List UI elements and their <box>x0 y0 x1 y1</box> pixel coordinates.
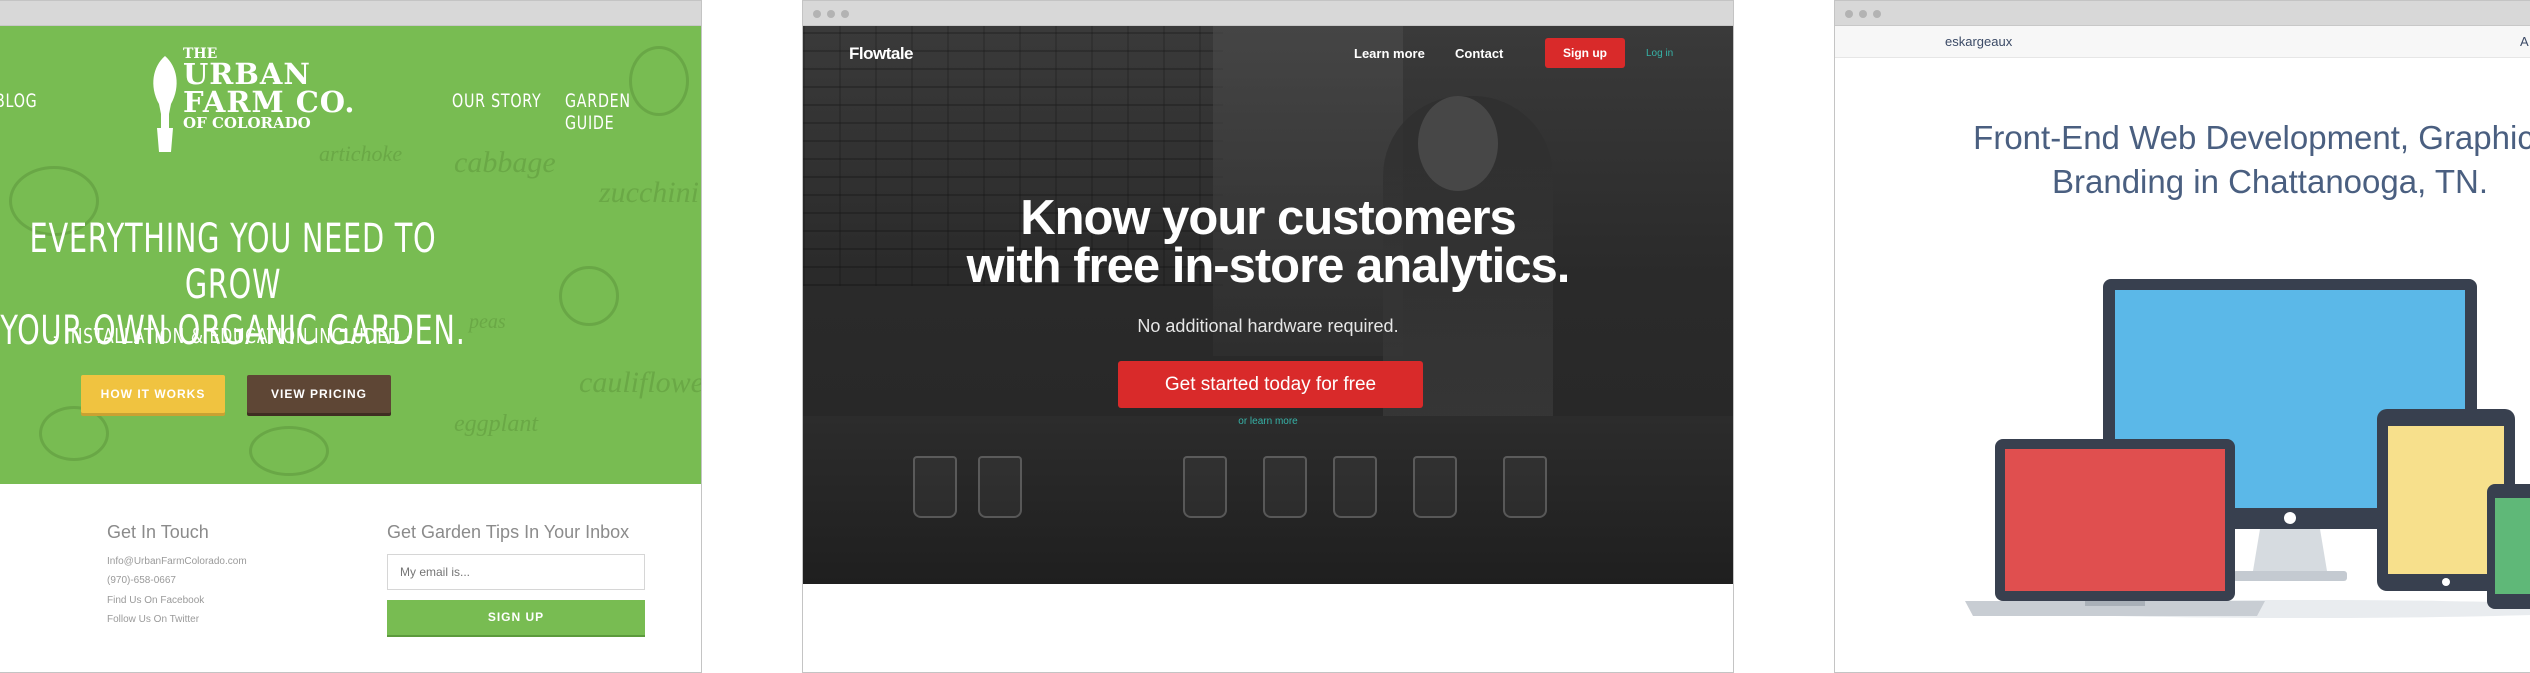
browser-chrome-bar <box>0 1 701 26</box>
contact-email-link[interactable]: Info@UrbanFarmColorado.com <box>107 556 247 567</box>
glass-jar-icon <box>1503 456 1547 518</box>
trowel-logo-icon[interactable] <box>147 56 183 156</box>
hero-subheadline: No additional hardware required. <box>1137 316 1399 336</box>
page-viewport: eskargeaux A Front-End Web Development, … <box>1835 26 2530 672</box>
get-started-button[interactable]: Get started today for free <box>1118 361 1423 408</box>
laptop-icon <box>1965 439 2265 616</box>
nav-link-contact[interactable]: Contact <box>1455 46 1503 61</box>
view-pricing-button[interactable]: VIEW PRICING <box>247 375 391 413</box>
nav-link-learn-more[interactable]: Learn more <box>1354 46 1425 61</box>
page-viewport: Flowtale Learn more Contact Sign up Log … <box>803 26 1733 672</box>
doodle-text: peas <box>469 311 506 333</box>
window-minimize-dot-icon[interactable] <box>827 10 835 18</box>
browser-window-urban-farm: cabbage zucchini artichoke cauliflower e… <box>0 0 702 673</box>
logo-line-farm-co: FARM CO. <box>183 84 356 119</box>
contact-heading: Get In Touch <box>107 522 209 542</box>
window-close-dot-icon[interactable] <box>813 10 821 18</box>
contact-phone: (970)-658-0667 <box>107 575 176 586</box>
hero-subheadline: - INSTALLATION & EDUCATION INCLUDED - <box>53 324 413 348</box>
sign-up-button[interactable]: Sign up <box>1545 38 1625 68</box>
hero-section: Flowtale Learn more Contact Sign up Log … <box>803 26 1733 584</box>
how-it-works-button[interactable]: HOW IT WORKS <box>81 375 225 413</box>
browser-chrome-bar <box>1835 1 2530 26</box>
hero-headline-line-1: Know your customers <box>1020 191 1517 245</box>
devices-illustration <box>1965 279 2530 618</box>
vegetable-doodle-icon <box>559 266 619 326</box>
hero-section: cabbage zucchini artichoke cauliflower e… <box>0 26 701 484</box>
phone-icon <box>2487 484 2530 609</box>
log-in-link[interactable]: Log in <box>1646 48 1673 59</box>
doodle-text: artichoke <box>319 141 403 166</box>
newsletter-signup-button[interactable]: SIGN UP <box>387 600 645 635</box>
doodle-text: cabbage <box>454 146 556 179</box>
glass-jar-icon <box>978 456 1022 518</box>
nav-link-garden-guide[interactable]: GARDEN GUIDE <box>565 90 669 134</box>
newsletter-email-input[interactable] <box>387 554 645 590</box>
nav-link-our-story[interactable]: OUR STORY <box>452 90 541 112</box>
window-maximize-dot-icon[interactable] <box>841 10 849 18</box>
doodle-text: cauliflower <box>579 366 701 399</box>
glass-jar-icon <box>1183 456 1227 518</box>
hero-headline-line-1: EVERYTHING YOU NEED TO GROW <box>29 216 437 308</box>
glass-jar-icon <box>1263 456 1307 518</box>
nav-link-blog[interactable]: BLOG <box>0 90 37 112</box>
brand-logo-text[interactable]: THE URBAN FARM CO. OF COLORADO <box>183 47 356 131</box>
glass-jar-icon <box>1333 456 1377 518</box>
doodle-text: zucchini <box>599 176 699 209</box>
facebook-link[interactable]: Find Us On Facebook <box>107 595 204 606</box>
hero-headline: Know your customers with free in-store a… <box>803 191 1733 293</box>
barista-head-silhouette <box>1418 96 1498 191</box>
brand-logo[interactable]: Flowtale <box>849 44 914 64</box>
browser-window-flowtale: Flowtale Learn more Contact Sign up Log … <box>802 0 1734 673</box>
vegetable-doodle-icon <box>39 406 109 461</box>
glass-jar-icon <box>913 456 957 518</box>
hero-headline-line-2: with free in-store analytics. <box>966 239 1571 293</box>
window-maximize-dot-icon[interactable] <box>1873 10 1881 18</box>
browser-window-eskargeaux: eskargeaux A Front-End Web Development, … <box>1834 0 2530 673</box>
vegetable-doodle-icon <box>249 426 329 476</box>
learn-more-link[interactable]: or learn more <box>803 416 1733 427</box>
newsletter-heading: Get Garden Tips In Your Inbox <box>387 522 630 542</box>
window-minimize-dot-icon[interactable] <box>1859 10 1867 18</box>
browser-chrome-bar <box>803 1 1733 26</box>
glass-jar-icon <box>1413 456 1457 518</box>
window-close-dot-icon[interactable] <box>1845 10 1853 18</box>
twitter-link[interactable]: Follow Us On Twitter <box>107 614 199 625</box>
doodle-text: eggplant <box>454 411 538 437</box>
page-viewport: cabbage zucchini artichoke cauliflower e… <box>0 26 701 672</box>
